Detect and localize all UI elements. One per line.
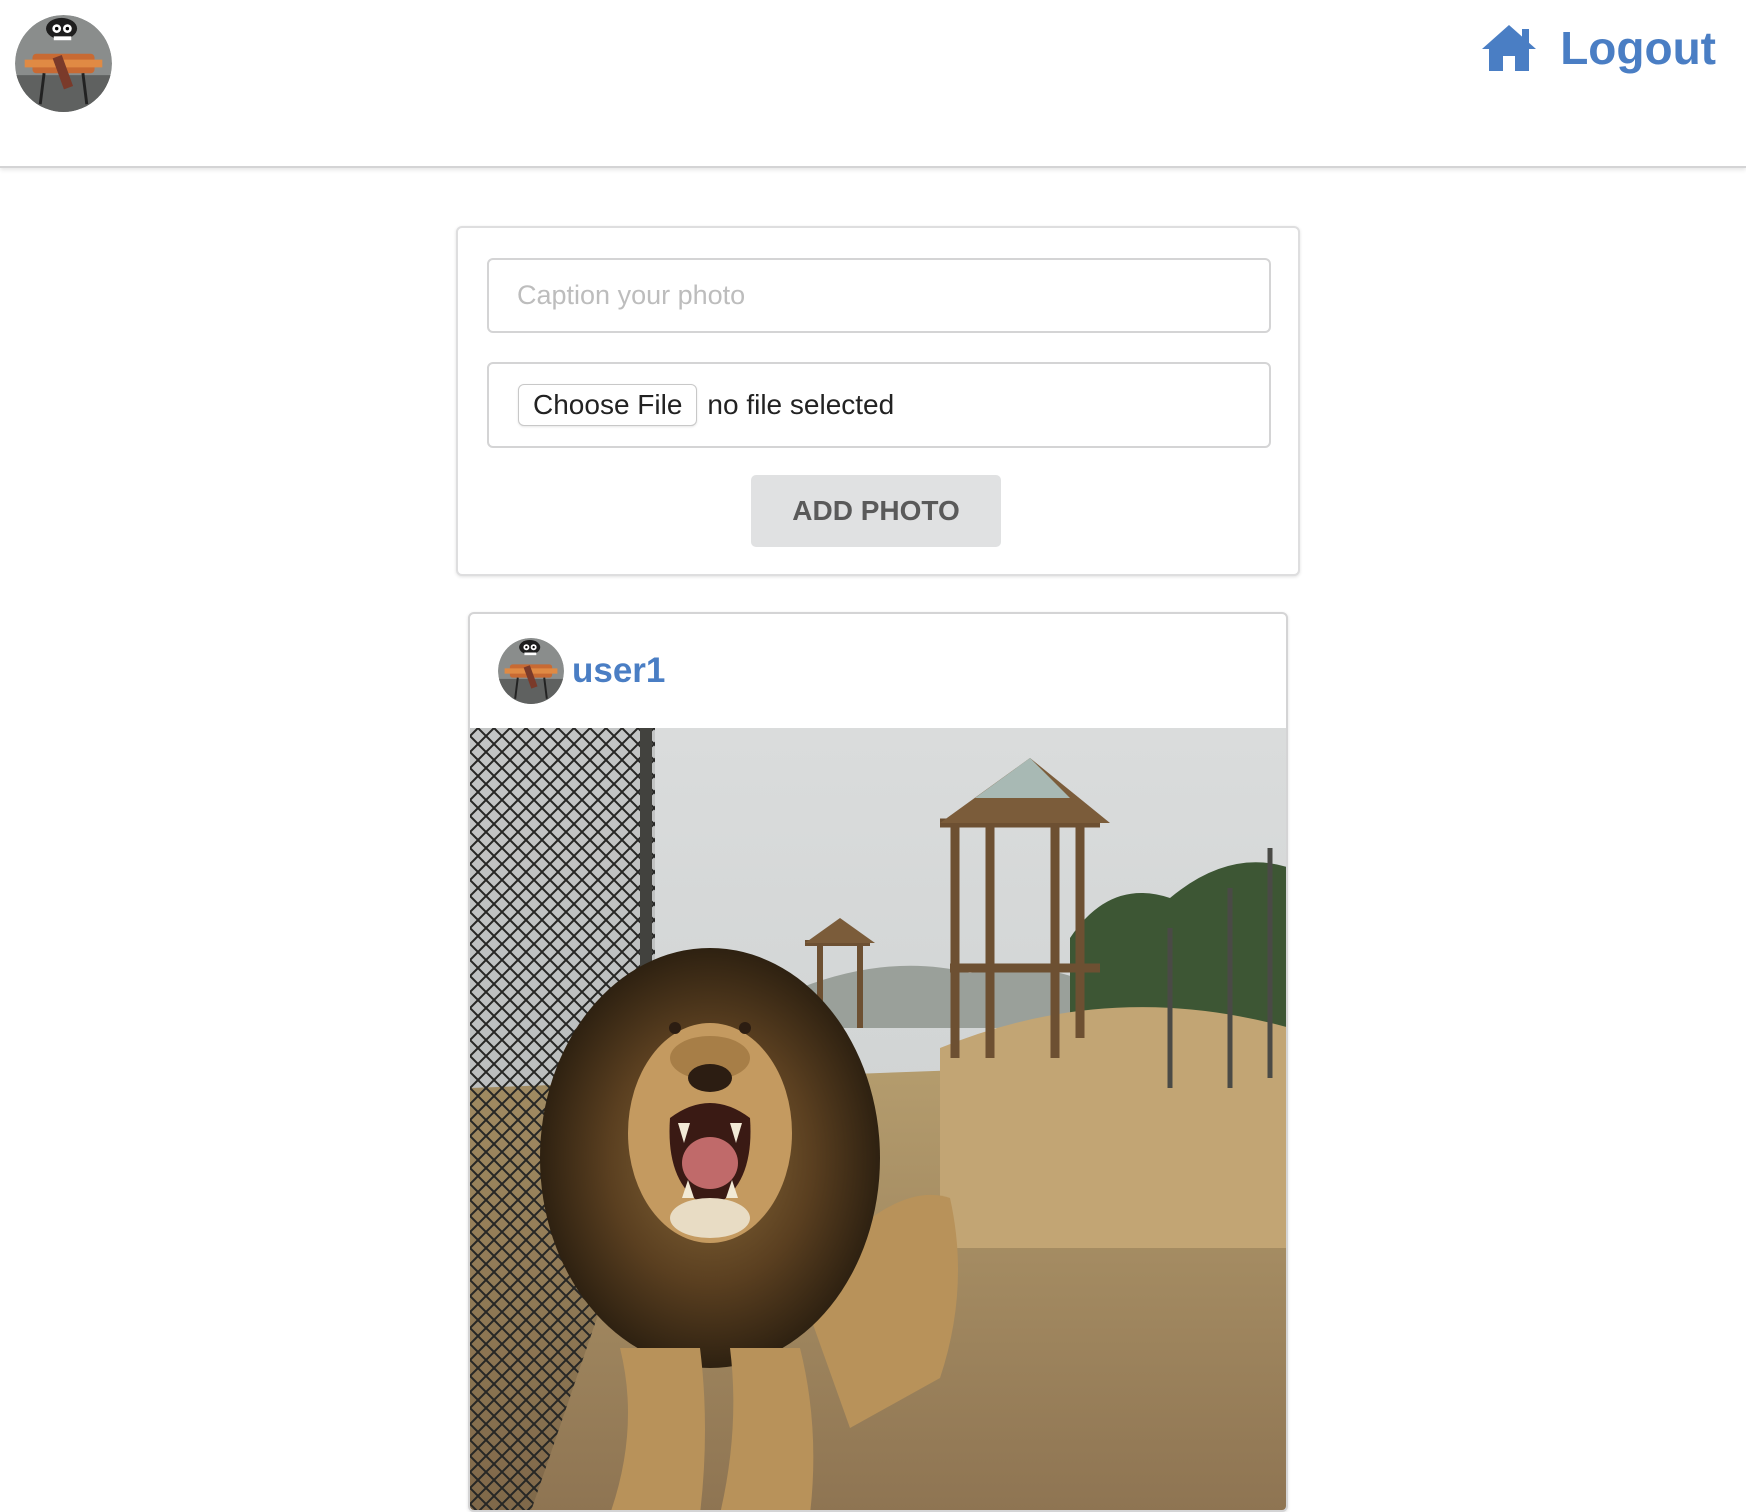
- logout-link[interactable]: Logout: [1560, 18, 1716, 78]
- user-avatar-icon[interactable]: [15, 15, 112, 112]
- choose-file-button[interactable]: Choose File: [518, 384, 698, 426]
- upload-form: Choose File no file selected ADD PHOTO: [456, 226, 1300, 576]
- user-avatar-icon[interactable]: [498, 638, 564, 704]
- add-photo-button[interactable]: ADD PHOTO: [751, 475, 1001, 547]
- file-input-field[interactable]: Choose File no file selected: [487, 362, 1271, 448]
- caption-input[interactable]: [487, 258, 1271, 333]
- post-card: user1: [468, 612, 1288, 1512]
- header-nav: Logout: [1480, 18, 1716, 78]
- post-username-link[interactable]: user1: [572, 651, 665, 691]
- file-status-text: no file selected: [707, 389, 895, 420]
- post-header: user1: [470, 614, 1286, 728]
- top-header: Logout: [0, 0, 1746, 168]
- lion-photo[interactable]: [470, 728, 1288, 1512]
- home-icon[interactable]: [1480, 23, 1538, 73]
